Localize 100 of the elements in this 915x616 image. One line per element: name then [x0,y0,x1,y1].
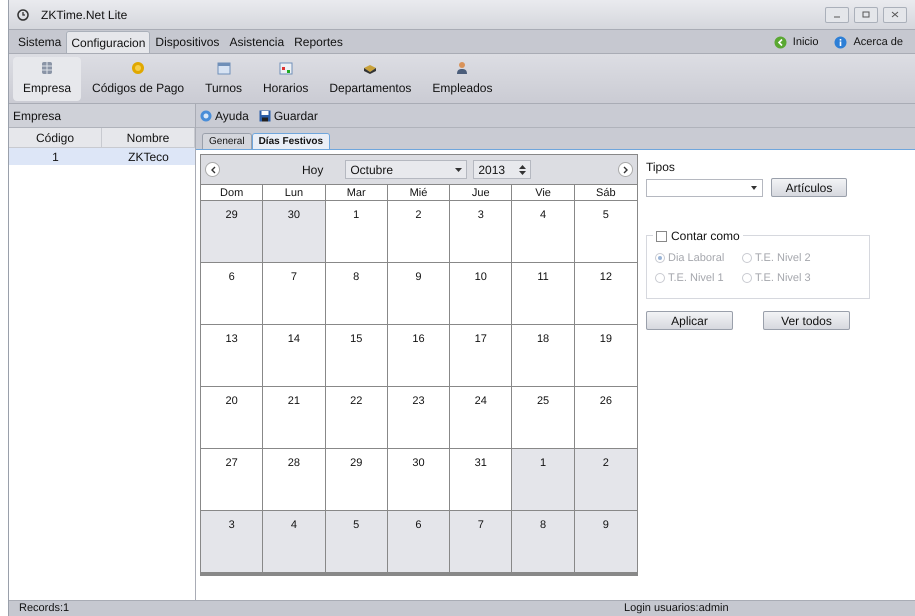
day-cell[interactable]: 6 [388,511,450,573]
year-spinner[interactable]: 2013 [473,160,532,179]
day-cell[interactable]: 19 [574,325,637,387]
day-cell[interactable]: 5 [574,201,637,263]
menu-tab[interactable]: Reportes [289,31,348,53]
menu-link[interactable]: Inicio [766,31,826,53]
tab[interactable]: General [202,133,252,149]
day-cell[interactable]: 12 [574,263,637,325]
day-cell[interactable]: 10 [450,263,512,325]
day-cell[interactable]: 25 [512,387,575,449]
day-cell[interactable]: 5 [326,511,388,573]
checkbox-label: Contar como [671,228,740,245]
day-cell[interactable]: 7 [450,511,512,573]
day-cell[interactable]: 29 [201,201,264,263]
table-cell-text: 1 [51,148,60,165]
maximize-icon [862,11,870,18]
today-button[interactable]: Hoy [296,160,330,178]
status-text: Records:1 [19,601,70,616]
day-cell[interactable]: 3 [201,511,264,573]
day-cell[interactable]: 28 [263,449,326,511]
minimize-button[interactable] [825,6,849,22]
day-cell[interactable]: 30 [388,449,450,511]
back-icon [774,36,787,48]
maximize-button[interactable] [854,6,878,22]
toolbar-button[interactable]: Empresa [13,56,82,100]
day-cell[interactable]: 9 [388,263,450,325]
action-button[interactable]: Ayuda [200,106,249,124]
month-dropdown[interactable]: Octubre [345,160,468,179]
database-icon [41,60,54,74]
day-cell[interactable]: 27 [201,449,264,511]
menu-tab[interactable]: Dispositivos [150,31,224,53]
articles-button[interactable]: Artículos [771,178,847,197]
column-header[interactable]: Código [9,128,102,147]
day-cell[interactable]: 1 [326,201,388,263]
caret-icon [455,168,462,172]
calendar-icon [216,60,231,74]
day-cell[interactable]: 8 [512,511,575,573]
day-cell[interactable]: 4 [263,511,326,573]
menu-tab[interactable]: Sistema [13,31,66,53]
day-cell[interactable]: 4 [512,201,575,263]
day-cell[interactable]: 31 [450,449,512,511]
menu-link[interactable]: Acerca de [826,31,911,53]
toolbar-button[interactable]: Empleados [422,56,502,100]
tab[interactable]: Días Festivos [252,133,330,149]
day-cell[interactable]: 23 [388,387,450,449]
day-cell[interactable]: 30 [263,201,326,263]
close-button[interactable] [883,6,907,22]
day-cell[interactable]: 18 [512,325,575,387]
day-cell[interactable]: 1 [512,449,575,511]
checkbox[interactable] [656,230,667,242]
menu-tab[interactable]: Configuracion [66,31,150,53]
spinner-arrows-icon [519,164,526,174]
coin-icon [131,60,146,74]
weekday-header: Sáb [595,186,617,201]
toolbar-button[interactable]: Horarios [253,56,318,100]
field-label: Tipos [646,159,676,176]
action-button[interactable]: Guardar [258,106,318,124]
day-cell[interactable]: 26 [574,387,637,449]
calendar-icon [278,60,293,74]
day-cell[interactable]: 16 [388,325,450,387]
day-cell[interactable]: 13 [201,325,264,387]
table-row[interactable]: 1 ZKTeco [9,148,195,165]
day-cell[interactable]: 6 [201,263,264,325]
radio-label: T.E. Nivel 3 [755,270,811,286]
person-icon [455,60,470,74]
window-title: ZKTime.Net Lite [41,6,128,24]
day-cell[interactable]: 2 [388,201,450,263]
day-cell[interactable]: 14 [263,325,326,387]
day-cell[interactable]: 11 [512,263,575,325]
type-dropdown[interactable] [646,178,763,196]
action-button[interactable]: Aplicar [646,311,733,330]
clock-icon [17,8,29,20]
toolbar-button[interactable]: Turnos [195,56,252,100]
info-icon [834,36,848,48]
day-cell[interactable]: 3 [450,201,512,263]
radio-label: T.E. Nivel 1 [668,270,724,286]
caret-icon [751,186,757,190]
day-cell[interactable]: 20 [201,387,264,449]
toolbar-button[interactable]: Códigos de Pago [82,56,194,100]
day-cell[interactable]: 24 [450,387,512,449]
table-cell-text: ZKTeco [127,148,170,165]
radio-label: T.E. Nivel 2 [755,251,811,266]
day-cell[interactable]: 2 [574,449,637,511]
day-cell[interactable]: 8 [326,263,388,325]
day-cell[interactable]: 9 [574,511,637,573]
day-cell[interactable]: 15 [326,325,388,387]
day-cell[interactable]: 7 [263,263,326,325]
next-month-button[interactable] [618,162,633,177]
column-header[interactable]: Nombre [102,128,195,147]
day-cell[interactable]: 29 [326,449,388,511]
radio-label: Dia Laboral [668,251,724,266]
day-cell[interactable]: 21 [263,387,326,449]
day-cell[interactable]: 17 [450,325,512,387]
day-cell[interactable]: 22 [326,387,388,449]
toolbar-button[interactable]: Departamentos [319,56,422,100]
chevron-left-icon [210,166,216,174]
action-button[interactable]: Ver todos [763,311,850,330]
previous-month-button[interactable] [205,162,220,177]
menu-tab[interactable]: Asistencia [224,31,290,53]
help-icon [200,110,212,122]
